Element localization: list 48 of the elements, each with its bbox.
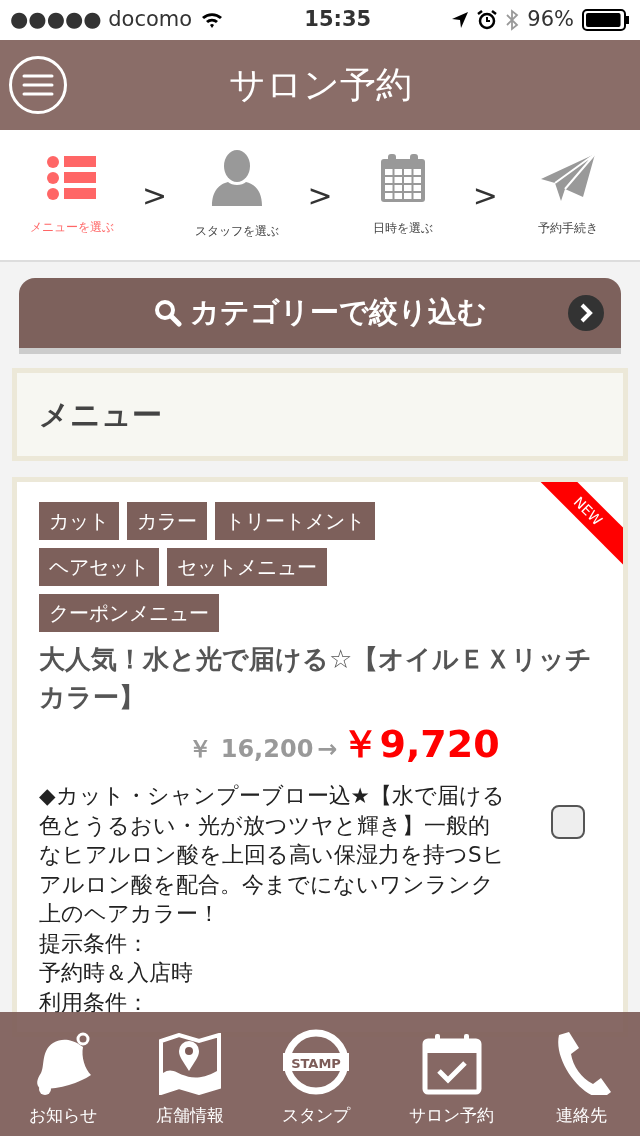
- map-pin-icon: [158, 1032, 221, 1095]
- category-tag: クーポンメニュー: [39, 594, 219, 632]
- search-icon: [153, 299, 182, 327]
- menu-icon: [22, 73, 54, 97]
- step-tab[interactable]: 日時を選ぶ: [372, 219, 433, 237]
- calendar-icon: [379, 153, 426, 203]
- nav-tab[interactable]: お知らせ: [29, 1030, 98, 1128]
- category-tag: セットメニュー: [167, 548, 327, 586]
- menu-title: 大人気！水と光で届ける☆【オイルＥＸリッチカラー】: [39, 643, 594, 714]
- list-icon: [45, 154, 98, 202]
- bluetooth-icon: [505, 9, 520, 31]
- battery-percent: 96%: [527, 6, 574, 34]
- description-text: 予約時＆入店時: [39, 959, 194, 987]
- original-price: ￥ 16,200: [188, 734, 314, 765]
- nav-tab[interactable]: 店舗情報: [155, 1032, 224, 1128]
- step-separator: >: [307, 176, 333, 215]
- wifi-icon: [200, 10, 225, 30]
- nav-tab[interactable]: 連絡先: [552, 1030, 611, 1128]
- category-tag: カット: [39, 502, 119, 540]
- paper-plane-icon: [540, 153, 597, 203]
- calendar-check-icon: [421, 1032, 482, 1095]
- step-tab[interactable]: メニューを選ぶ: [29, 218, 114, 236]
- step-tab[interactable]: 予約手続き: [538, 219, 599, 237]
- nav-tab[interactable]: STAMP スタンプ: [282, 1028, 351, 1128]
- section-heading: メニュー: [12, 368, 628, 461]
- category-tag: トリートメント: [215, 502, 375, 540]
- page-title: サロン予約: [228, 63, 412, 107]
- description-text: 提示条件：: [39, 929, 150, 958]
- alarm-icon: [477, 10, 498, 30]
- location-icon: [451, 11, 470, 29]
- description-text: ◆カット・シャンプーブロー込★【水で届ける色とうるおい・光が放つツヤと輝き】一般的なヒアルロン酸を上回る高い保湿力を持つSヒアルロン酸を配合。今までにないワンランク上のヘアカラー！: [39, 782, 506, 928]
- step-separator: >: [141, 176, 168, 215]
- nav-tab[interactable]: サロン予約: [409, 1032, 495, 1128]
- category-tag: ヘアセット: [39, 548, 159, 586]
- carrier-name: ●●●●● docomo: [10, 6, 193, 34]
- category-tag: カラー: [127, 502, 207, 540]
- menu-button[interactable]: [9, 56, 67, 114]
- sale-price: ￥9,720: [341, 721, 500, 768]
- arrow-text: →: [317, 734, 338, 765]
- chevron-right-icon: [567, 294, 605, 332]
- step-separator: >: [472, 176, 498, 215]
- step-tab[interactable]: スタッフを選ぶ: [195, 222, 280, 240]
- clock-time: 15:35: [304, 6, 372, 34]
- person-icon: [211, 150, 264, 206]
- select-checkbox[interactable]: [551, 805, 585, 839]
- description-text: 利用条件：: [39, 988, 150, 1017]
- battery-icon: [582, 9, 630, 31]
- stamp-icon: STAMP: [283, 1028, 350, 1095]
